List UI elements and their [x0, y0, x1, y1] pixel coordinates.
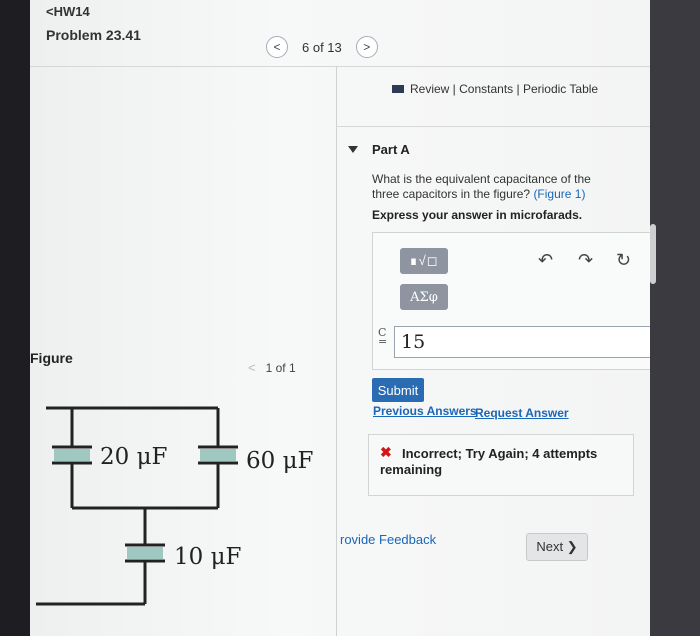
part-label: Part A: [372, 141, 410, 157]
back-to-assignment-link[interactable]: <HW14: [46, 4, 90, 19]
capacitor-circuit-diagram: 20 μF 60 μF 10 μF: [36, 406, 313, 606]
answer-instruction: Express your answer in microfarads.: [372, 208, 583, 222]
scrollbar-thumb[interactable]: [650, 224, 656, 284]
problem-position: 6 of 13: [302, 39, 342, 55]
capacitor-20uf: [52, 445, 92, 465]
next-problem-button[interactable]: >: [355, 36, 378, 58]
figure-position: 1 of 1: [265, 360, 296, 375]
figure-link[interactable]: (Figure 1): [533, 187, 585, 201]
problem-pager: < 6 of 13 >: [266, 36, 378, 58]
problem-title: Problem 23.41: [46, 27, 141, 43]
part-divider: [336, 126, 656, 127]
problem-page: <HW14 Problem 23.41 < 6 of 13 > Review |…: [30, 0, 656, 636]
symbols-button[interactable]: ΑΣφ: [400, 284, 448, 310]
resources-links[interactable]: Review | Constants | Periodic Table: [410, 82, 598, 96]
column-divider: [336, 66, 337, 636]
answer-input[interactable]: 15: [394, 326, 656, 358]
provide-feedback-link[interactable]: rovide Feedback: [340, 532, 436, 547]
header-divider: [30, 66, 656, 67]
question-text: What is the equivalent capacitance of th…: [372, 172, 612, 202]
submit-button[interactable]: Submit: [372, 378, 424, 402]
capacitor-label-20uf: 20 μF: [100, 444, 167, 470]
circuit-wires: [36, 406, 220, 606]
previous-figure-button[interactable]: <: [248, 360, 256, 375]
part-a-header[interactable]: Part A: [348, 138, 656, 160]
variable-label: C =: [378, 327, 388, 348]
redo-icon[interactable]: ↷: [578, 250, 593, 271]
previous-answers-link[interactable]: Previous Answers: [373, 404, 477, 418]
capacitor-60uf: [198, 445, 238, 465]
capacitor-10uf: [125, 543, 165, 563]
templates-button[interactable]: ∎√◻: [400, 248, 448, 274]
resources-bar[interactable]: Review | Constants | Periodic Table: [392, 82, 598, 96]
request-answer-link[interactable]: Request Answer: [475, 406, 569, 420]
undo-icon[interactable]: ↶: [538, 250, 553, 271]
capacitor-label-60uf: 60 μF: [246, 448, 313, 474]
next-part-button[interactable]: Next ❯: [526, 533, 588, 561]
book-icon: [392, 85, 404, 93]
window-edge: [650, 0, 700, 636]
capacitor-label-10uf: 10 μF: [174, 544, 241, 570]
equals-sign: =: [378, 335, 388, 348]
reset-icon[interactable]: ↻: [616, 250, 631, 271]
feedback-message: Incorrect; Try Again; 4 attempts remaini…: [380, 446, 598, 477]
collapse-triangle-icon[interactable]: [348, 145, 358, 153]
previous-problem-button[interactable]: <: [266, 36, 288, 58]
figure-pager: < 1 of 1: [248, 360, 296, 375]
figure-title: Figure: [30, 350, 73, 366]
